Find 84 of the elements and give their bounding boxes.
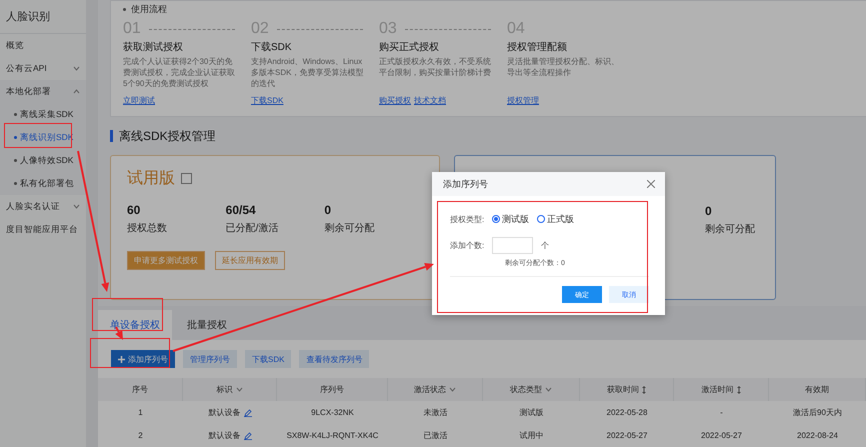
edit-icon[interactable]: [244, 432, 252, 440]
toolbar-button[interactable]: 添加序列号: [111, 350, 175, 368]
chevron-icon: [545, 387, 552, 392]
sidebar-item[interactable]: 人像特效SDK: [0, 149, 86, 172]
table-cell: 2022-05-28: [580, 401, 674, 424]
table-cell: 2022-05-27: [674, 424, 769, 447]
highlight-frame: [92, 298, 163, 331]
card-button[interactable]: 申请更多测试授权: [127, 251, 205, 270]
sidebar-item[interactable]: 概览: [0, 34, 86, 57]
table-cell: 激活后90天内: [769, 401, 866, 424]
step-link[interactable]: 购买授权: [379, 96, 411, 105]
table-cell: 2: [98, 424, 183, 447]
sidebar-item[interactable]: 度目智能应用平台: [0, 218, 86, 241]
table-cell: SX8W-K4LJ-RQNT-XK4C: [277, 424, 388, 447]
step-title: 下载SDK: [251, 40, 293, 54]
stat-value: 60/54: [226, 203, 257, 217]
step-link[interactable]: 技术文档: [414, 96, 446, 105]
field-label: 授权类型:: [450, 214, 484, 224]
stat-value: 0: [705, 204, 713, 218]
stat-label: 剩余可分配: [705, 223, 756, 236]
count-input[interactable]: [492, 236, 534, 254]
table-cell: 默认设备: [183, 424, 277, 447]
sidebar-item[interactable]: 人脸实名认证: [0, 195, 86, 218]
step-title: 获取测试授权: [123, 40, 184, 54]
stat-value: 0: [324, 203, 332, 217]
edit-icon[interactable]: [244, 408, 252, 416]
card-title: 试用版: [127, 168, 175, 189]
step-link[interactable]: 下载SDK: [251, 96, 284, 105]
step-description: 支持Android、Windows、Linux多版本SDK，免费享受算法模型的迭代: [251, 56, 364, 90]
bullet-icon: [14, 136, 17, 139]
chevron-icon: [236, 387, 242, 392]
table-cell: 已激活: [388, 424, 483, 447]
section-title: 使用流程: [131, 3, 167, 16]
toolbar-button[interactable]: 下载SDK: [245, 350, 292, 368]
sidebar-item[interactable]: 离线采集SDK: [0, 103, 86, 126]
step-link[interactable]: 立即测试: [123, 96, 155, 105]
dialog-title: 添加序列号: [443, 178, 488, 190]
sidebar-item[interactable]: 公有云API: [0, 57, 86, 80]
table-cell: 未激活: [388, 401, 483, 424]
sidebar-item[interactable]: 私有化部署包: [0, 172, 86, 195]
table-cell: 默认设备: [183, 401, 277, 424]
table-cell: 9LCX-32NK: [277, 401, 388, 424]
table-cell: 2022-08-24: [769, 424, 866, 447]
toolbar-button[interactable]: 管理序列号: [183, 350, 237, 368]
radio-option[interactable]: 正式版: [537, 212, 574, 226]
table-cell: 2022-05-27: [580, 424, 674, 447]
chevron-icon: [73, 89, 80, 94]
chevron-icon: [449, 387, 456, 392]
sidebar-item[interactable]: 本地化部署: [0, 80, 86, 103]
plus-icon: [118, 356, 125, 362]
stat-value: 60: [127, 203, 142, 217]
stat-label: 已分配/激活: [226, 222, 280, 235]
tab[interactable]: 批量授权: [172, 310, 242, 340]
chevron-icon: [73, 204, 80, 209]
sort-icon[interactable]: [642, 386, 646, 394]
step-title: 授权管理配额: [507, 40, 568, 54]
stat-label: 剩余可分配: [324, 222, 376, 235]
radio-option[interactable]: 测试版: [492, 212, 530, 226]
sort-icon[interactable]: [736, 386, 740, 394]
bullet-icon: [14, 113, 17, 116]
close-icon[interactable]: [647, 180, 655, 188]
step-description: 正式版授权永久有效，不受系统平台限制，购买按量计阶梯计费: [379, 56, 492, 79]
bullet-icon: [123, 8, 126, 11]
table-cell: 测试版: [483, 401, 580, 424]
table-cell: 试用中: [483, 424, 580, 447]
step-description: 完成个人认证获得2个30天的免费测试授权，完成企业认证获取5个90天的免费测试授权: [123, 56, 236, 90]
card-button[interactable]: 延长应用有效期: [215, 251, 285, 270]
toolbar-button[interactable]: 查看待发序列号: [299, 350, 370, 368]
step-link[interactable]: 授权管理: [507, 96, 539, 105]
tab[interactable]: 单设备授权: [98, 310, 172, 340]
title-bar-icon: [110, 130, 113, 142]
chevron-icon: [73, 66, 80, 71]
field-label: 添加个数:: [450, 240, 484, 250]
bullet-icon: [14, 159, 17, 162]
bullet-icon: [14, 182, 17, 185]
unit-label: 个: [541, 240, 550, 250]
table-cell: -: [674, 401, 769, 424]
help-icon[interactable]: [181, 173, 192, 184]
stat-label: 授权总数: [127, 222, 168, 235]
section-title: 离线SDK授权管理: [119, 128, 216, 144]
highlight-frame: [4, 123, 72, 148]
step-title: 购买正式授权: [379, 40, 440, 54]
table-cell: 1: [98, 401, 183, 424]
step-description: 灵活批量管理授权分配、标识、导出等全流程操作: [507, 56, 620, 79]
